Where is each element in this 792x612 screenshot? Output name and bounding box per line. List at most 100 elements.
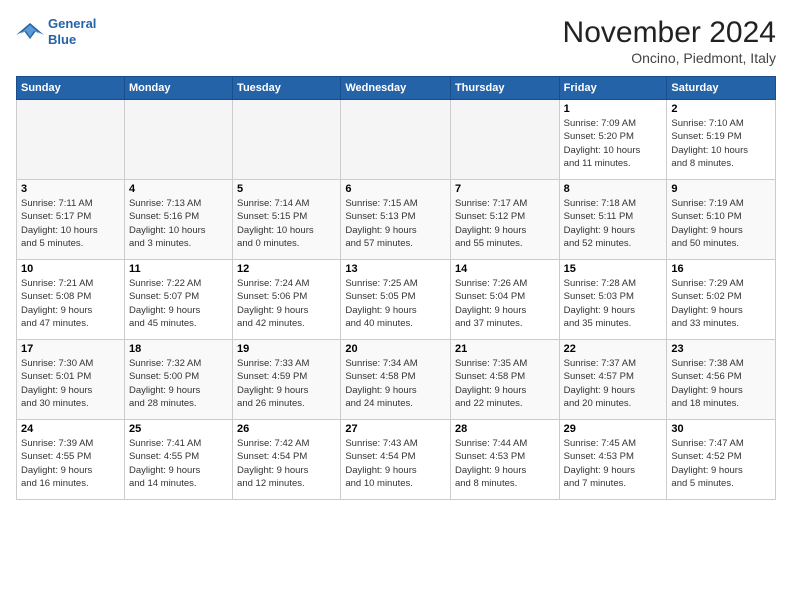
day-info: Sunrise: 7:10 AM Sunset: 5:19 PM Dayligh… [671, 117, 771, 170]
day-number: 10 [21, 263, 120, 275]
calendar-cell: 24 Sunrise: 7:39 AM Sunset: 4:55 PM Dayli… [17, 420, 125, 500]
day-number: 12 [237, 263, 336, 275]
month-title: November 2024 [563, 16, 776, 50]
calendar-cell: 30 Sunrise: 7:47 AM Sunset: 4:52 PM Dayli… [667, 420, 776, 500]
day-number: 29 [564, 423, 663, 435]
calendar-week-1: 1 Sunrise: 7:09 AM Sunset: 5:20 PM Daylig… [17, 100, 776, 180]
calendar-cell: 16 Sunrise: 7:29 AM Sunset: 5:02 PM Dayli… [667, 260, 776, 340]
day-number: 21 [455, 343, 555, 355]
day-number: 24 [21, 423, 120, 435]
calendar-cell: 2 Sunrise: 7:10 AM Sunset: 5:19 PM Daylig… [667, 100, 776, 180]
day-info: Sunrise: 7:32 AM Sunset: 5:00 PM Dayligh… [129, 357, 228, 410]
day-info: Sunrise: 7:37 AM Sunset: 4:57 PM Dayligh… [564, 357, 663, 410]
day-info: Sunrise: 7:33 AM Sunset: 4:59 PM Dayligh… [237, 357, 336, 410]
calendar-cell: 22 Sunrise: 7:37 AM Sunset: 4:57 PM Dayli… [559, 340, 667, 420]
day-info: Sunrise: 7:44 AM Sunset: 4:53 PM Dayligh… [455, 437, 555, 490]
calendar-cell: 18 Sunrise: 7:32 AM Sunset: 5:00 PM Dayli… [124, 340, 232, 420]
logo-line2: Blue [48, 32, 76, 47]
day-info: Sunrise: 7:35 AM Sunset: 4:58 PM Dayligh… [455, 357, 555, 410]
day-number: 19 [237, 343, 336, 355]
weekday-thursday: Thursday [450, 77, 559, 100]
logo-icon [16, 21, 44, 43]
weekday-monday: Monday [124, 77, 232, 100]
day-number: 22 [564, 343, 663, 355]
day-info: Sunrise: 7:45 AM Sunset: 4:53 PM Dayligh… [564, 437, 663, 490]
calendar-cell: 25 Sunrise: 7:41 AM Sunset: 4:55 PM Dayli… [124, 420, 232, 500]
weekday-wednesday: Wednesday [341, 77, 451, 100]
title-block: November 2024 Oncino, Piedmont, Italy [563, 16, 776, 66]
day-number: 13 [345, 263, 446, 275]
day-number: 14 [455, 263, 555, 275]
calendar-cell: 4 Sunrise: 7:13 AM Sunset: 5:16 PM Daylig… [124, 180, 232, 260]
weekday-friday: Friday [559, 77, 667, 100]
day-info: Sunrise: 7:15 AM Sunset: 5:13 PM Dayligh… [345, 197, 446, 250]
day-info: Sunrise: 7:17 AM Sunset: 5:12 PM Dayligh… [455, 197, 555, 250]
day-number: 11 [129, 263, 228, 275]
day-info: Sunrise: 7:38 AM Sunset: 4:56 PM Dayligh… [671, 357, 771, 410]
calendar-cell: 12 Sunrise: 7:24 AM Sunset: 5:06 PM Dayli… [233, 260, 341, 340]
calendar-cell: 21 Sunrise: 7:35 AM Sunset: 4:58 PM Dayli… [450, 340, 559, 420]
day-info: Sunrise: 7:43 AM Sunset: 4:54 PM Dayligh… [345, 437, 446, 490]
calendar-cell: 29 Sunrise: 7:45 AM Sunset: 4:53 PM Dayli… [559, 420, 667, 500]
calendar-cell: 3 Sunrise: 7:11 AM Sunset: 5:17 PM Daylig… [17, 180, 125, 260]
day-info: Sunrise: 7:26 AM Sunset: 5:04 PM Dayligh… [455, 277, 555, 330]
day-info: Sunrise: 7:47 AM Sunset: 4:52 PM Dayligh… [671, 437, 771, 490]
day-number: 23 [671, 343, 771, 355]
day-number: 2 [671, 103, 771, 115]
calendar-cell: 27 Sunrise: 7:43 AM Sunset: 4:54 PM Dayli… [341, 420, 451, 500]
day-number: 4 [129, 183, 228, 195]
day-number: 16 [671, 263, 771, 275]
weekday-sunday: Sunday [17, 77, 125, 100]
day-number: 20 [345, 343, 446, 355]
day-info: Sunrise: 7:39 AM Sunset: 4:55 PM Dayligh… [21, 437, 120, 490]
day-number: 15 [564, 263, 663, 275]
day-info: Sunrise: 7:21 AM Sunset: 5:08 PM Dayligh… [21, 277, 120, 330]
calendar-cell: 15 Sunrise: 7:28 AM Sunset: 5:03 PM Dayli… [559, 260, 667, 340]
day-info: Sunrise: 7:42 AM Sunset: 4:54 PM Dayligh… [237, 437, 336, 490]
day-number: 5 [237, 183, 336, 195]
day-number: 7 [455, 183, 555, 195]
location: Oncino, Piedmont, Italy [563, 50, 776, 66]
day-number: 9 [671, 183, 771, 195]
day-number: 1 [564, 103, 663, 115]
calendar-cell [124, 100, 232, 180]
logo-line1: General [48, 16, 96, 31]
calendar-week-3: 10 Sunrise: 7:21 AM Sunset: 5:08 PM Dayli… [17, 260, 776, 340]
day-number: 3 [21, 183, 120, 195]
calendar-cell: 5Sunrise: 7:14 AM Sunset: 5:15 PM Daylig… [233, 180, 341, 260]
day-number: 26 [237, 423, 336, 435]
weekday-saturday: Saturday [667, 77, 776, 100]
calendar-cell: 26 Sunrise: 7:42 AM Sunset: 4:54 PM Dayli… [233, 420, 341, 500]
weekday-tuesday: Tuesday [233, 77, 341, 100]
calendar-table: Sunday Monday Tuesday Wednesday Thursday… [16, 76, 776, 500]
calendar-cell: 28Sunrise: 7:44 AM Sunset: 4:53 PM Dayli… [450, 420, 559, 500]
logo-text: General Blue [48, 16, 96, 47]
calendar-cell [17, 100, 125, 180]
calendar-week-4: 17Sunrise: 7:30 AM Sunset: 5:01 PM Dayli… [17, 340, 776, 420]
day-number: 30 [671, 423, 771, 435]
day-info: Sunrise: 7:28 AM Sunset: 5:03 PM Dayligh… [564, 277, 663, 330]
day-info: Sunrise: 7:41 AM Sunset: 4:55 PM Dayligh… [129, 437, 228, 490]
day-number: 18 [129, 343, 228, 355]
day-info: Sunrise: 7:22 AM Sunset: 5:07 PM Dayligh… [129, 277, 228, 330]
day-info: Sunrise: 7:25 AM Sunset: 5:05 PM Dayligh… [345, 277, 446, 330]
day-info: Sunrise: 7:11 AM Sunset: 5:17 PM Dayligh… [21, 197, 120, 250]
day-info: Sunrise: 7:09 AM Sunset: 5:20 PM Dayligh… [564, 117, 663, 170]
calendar-body: 1 Sunrise: 7:09 AM Sunset: 5:20 PM Daylig… [17, 100, 776, 500]
page: General Blue November 2024 Oncino, Piedm… [0, 0, 792, 612]
calendar-cell: 13 Sunrise: 7:25 AM Sunset: 5:05 PM Dayli… [341, 260, 451, 340]
calendar-cell [341, 100, 451, 180]
calendar-header: Sunday Monday Tuesday Wednesday Thursday… [17, 77, 776, 100]
calendar-cell: 14 Sunrise: 7:26 AM Sunset: 5:04 PM Dayli… [450, 260, 559, 340]
day-info: Sunrise: 7:24 AM Sunset: 5:06 PM Dayligh… [237, 277, 336, 330]
day-info: Sunrise: 7:29 AM Sunset: 5:02 PM Dayligh… [671, 277, 771, 330]
calendar-cell: 19 Sunrise: 7:33 AM Sunset: 4:59 PM Dayli… [233, 340, 341, 420]
day-number: 27 [345, 423, 446, 435]
day-info: Sunrise: 7:13 AM Sunset: 5:16 PM Dayligh… [129, 197, 228, 250]
calendar-cell: 6Sunrise: 7:15 AM Sunset: 5:13 PM Daylig… [341, 180, 451, 260]
calendar-cell: 7 Sunrise: 7:17 AM Sunset: 5:12 PM Daylig… [450, 180, 559, 260]
calendar-cell: 17Sunrise: 7:30 AM Sunset: 5:01 PM Dayli… [17, 340, 125, 420]
calendar-cell: 9Sunrise: 7:19 AM Sunset: 5:10 PM Daylig… [667, 180, 776, 260]
calendar-cell: 8Sunrise: 7:18 AM Sunset: 5:11 PM Daylig… [559, 180, 667, 260]
day-number: 25 [129, 423, 228, 435]
